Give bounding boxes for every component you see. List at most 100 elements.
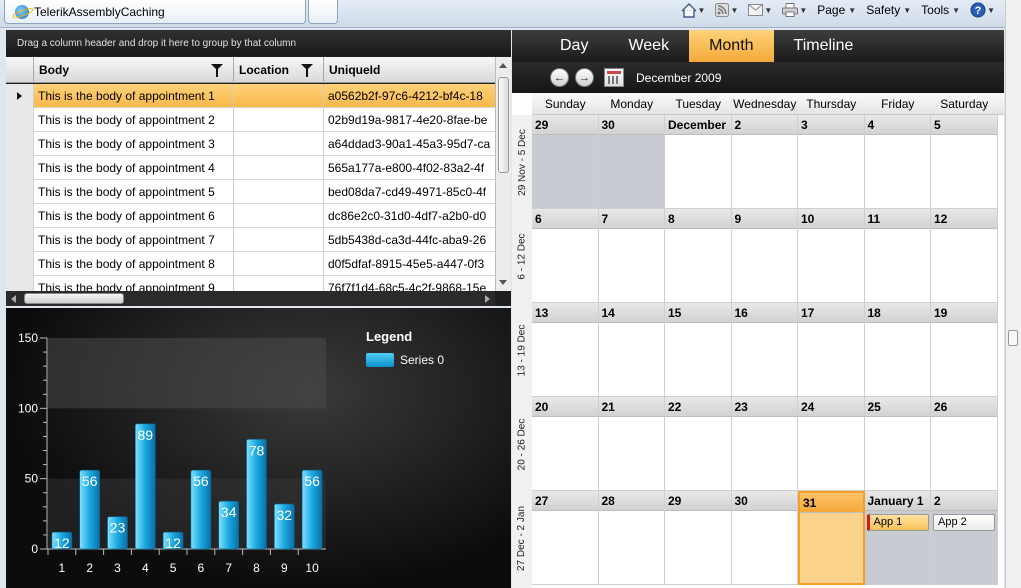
table-row[interactable]: This is the body of appointment 7 5db5438… [6, 228, 495, 252]
day-number[interactable]: 5 [931, 115, 997, 135]
day-number[interactable]: 17 [798, 303, 864, 323]
grid-horizontal-scrollbar[interactable] [6, 291, 495, 306]
appointment[interactable]: App 1 [866, 514, 929, 531]
day-number[interactable]: 31 [800, 493, 863, 513]
print-button[interactable]: ▼ [782, 3, 813, 17]
scrollbar-thumb[interactable] [24, 293, 124, 304]
day-number[interactable]: 21 [598, 397, 664, 417]
home-button[interactable]: ▼ [681, 2, 712, 18]
scroll-left-icon[interactable] [11, 295, 16, 303]
table-row[interactable]: This is the body of appointment 1 a0562b2… [6, 84, 495, 108]
table-row[interactable]: This is the body of appointment 2 02b9d19… [6, 108, 495, 132]
day-number[interactable]: 20 [532, 397, 598, 417]
page-scrollbar[interactable] [1005, 0, 1021, 588]
day-number[interactable]: 7 [598, 209, 664, 229]
tab-month[interactable]: Month [689, 30, 774, 62]
day-number[interactable]: 15 [665, 303, 731, 323]
day-cell[interactable]: 14 [598, 303, 665, 397]
column-header-uniqueid[interactable]: UniqueId [324, 57, 495, 83]
day-cell[interactable]: 15 [665, 303, 732, 397]
table-row[interactable]: This is the body of appointment 4 565a177… [6, 156, 495, 180]
table-row[interactable]: This is the body of appointment 3 a64ddad… [6, 132, 495, 156]
page-menu[interactable]: Page ▼ [817, 3, 862, 17]
day-number[interactable]: 9 [731, 209, 797, 229]
day-cell[interactable]: 9 [731, 209, 798, 303]
week-label[interactable]: 20 - 26 Dec [512, 397, 532, 491]
day-cell[interactable]: 5 [931, 115, 998, 209]
day-number[interactable]: 30 [598, 115, 664, 135]
day-cell[interactable]: 4 [864, 115, 931, 209]
previous-button[interactable]: ← [550, 68, 569, 87]
day-cell[interactable]: 8 [665, 209, 732, 303]
day-cell[interactable]: 11 [864, 209, 931, 303]
table-row[interactable]: This is the body of appointment 9 76f7f1d… [6, 276, 495, 291]
week-label[interactable]: 13 - 19 Dec [512, 303, 532, 397]
table-row[interactable]: This is the body of appointment 5 bed08da… [6, 180, 495, 204]
day-number[interactable]: 2 [731, 115, 797, 135]
filter-icon[interactable] [301, 64, 313, 77]
day-cell[interactable]: 26 [931, 397, 998, 491]
day-number[interactable]: 25 [864, 397, 930, 417]
tab-week[interactable]: Week [608, 30, 689, 62]
day-cell[interactable]: 21 [598, 397, 665, 491]
browser-tab[interactable]: TelerikAssemblyCaching [4, 0, 306, 24]
day-cell[interactable]: 13 [532, 303, 599, 397]
day-cell[interactable]: 7 [598, 209, 665, 303]
day-number[interactable]: 4 [864, 115, 930, 135]
day-cell[interactable]: 31 [798, 491, 865, 585]
day-cell[interactable]: 3 [798, 115, 865, 209]
day-number[interactable]: 23 [731, 397, 797, 417]
day-number[interactable]: 14 [598, 303, 664, 323]
grid-vertical-scrollbar[interactable] [495, 57, 511, 291]
day-cell[interactable]: 29 [665, 491, 732, 585]
day-number[interactable]: 16 [731, 303, 797, 323]
filter-icon[interactable] [211, 64, 223, 77]
feeds-button[interactable]: ▼ [715, 3, 744, 17]
week-label[interactable]: 29 Nov - 5 Dec [512, 115, 532, 209]
scrollbar-thumb[interactable] [498, 77, 509, 173]
tab-timeline[interactable]: Timeline [774, 30, 874, 62]
page-scrollbar-thumb[interactable] [1008, 330, 1018, 346]
day-number[interactable]: 18 [864, 303, 930, 323]
day-number[interactable]: 26 [931, 397, 997, 417]
scroll-right-icon[interactable] [485, 295, 490, 303]
day-number[interactable]: 10 [798, 209, 864, 229]
day-number[interactable]: 11 [864, 209, 930, 229]
day-number[interactable]: 2 [931, 491, 997, 511]
day-cell[interactable]: 25 [864, 397, 931, 491]
day-number[interactable]: 29 [532, 115, 598, 135]
day-cell[interactable]: 22 [665, 397, 732, 491]
table-row[interactable]: This is the body of appointment 8 d0f5dfa… [6, 252, 495, 276]
day-cell[interactable]: January 1 App 1 [864, 491, 931, 585]
day-cell[interactable]: 17 [798, 303, 865, 397]
day-cell[interactable]: 24 [798, 397, 865, 491]
day-cell[interactable]: 29 [532, 115, 599, 209]
safety-menu[interactable]: Safety ▼ [866, 3, 917, 17]
day-cell[interactable]: 10 [798, 209, 865, 303]
day-cell[interactable]: 18 [864, 303, 931, 397]
new-tab-button[interactable] [308, 0, 338, 24]
scroll-up-icon[interactable] [499, 63, 507, 68]
day-number[interactable]: 12 [931, 209, 997, 229]
appointment[interactable]: App 2 [933, 514, 995, 531]
day-number[interactable]: 13 [532, 303, 598, 323]
week-label[interactable]: 6 - 12 Dec [512, 209, 532, 303]
day-cell[interactable]: 30 [598, 115, 665, 209]
mail-button[interactable]: ▼ [748, 4, 778, 16]
day-number[interactable]: 30 [731, 491, 797, 511]
day-number[interactable]: 8 [665, 209, 731, 229]
scroll-down-icon[interactable] [499, 280, 507, 285]
day-cell[interactable]: 19 [931, 303, 998, 397]
day-number[interactable]: December [665, 115, 731, 135]
column-header-location[interactable]: Location [234, 57, 324, 83]
day-cell[interactable]: 27 [532, 491, 599, 585]
day-number[interactable]: 3 [798, 115, 864, 135]
day-number[interactable]: 6 [532, 209, 598, 229]
day-cell[interactable]: 6 [532, 209, 599, 303]
week-label[interactable]: 27 Dec - 2 Jan [512, 491, 532, 585]
day-cell[interactable]: December [665, 115, 732, 209]
day-number[interactable]: 22 [665, 397, 731, 417]
column-header-body[interactable]: Body [34, 57, 234, 83]
day-cell[interactable]: 12 [931, 209, 998, 303]
day-number[interactable]: 29 [665, 491, 731, 511]
